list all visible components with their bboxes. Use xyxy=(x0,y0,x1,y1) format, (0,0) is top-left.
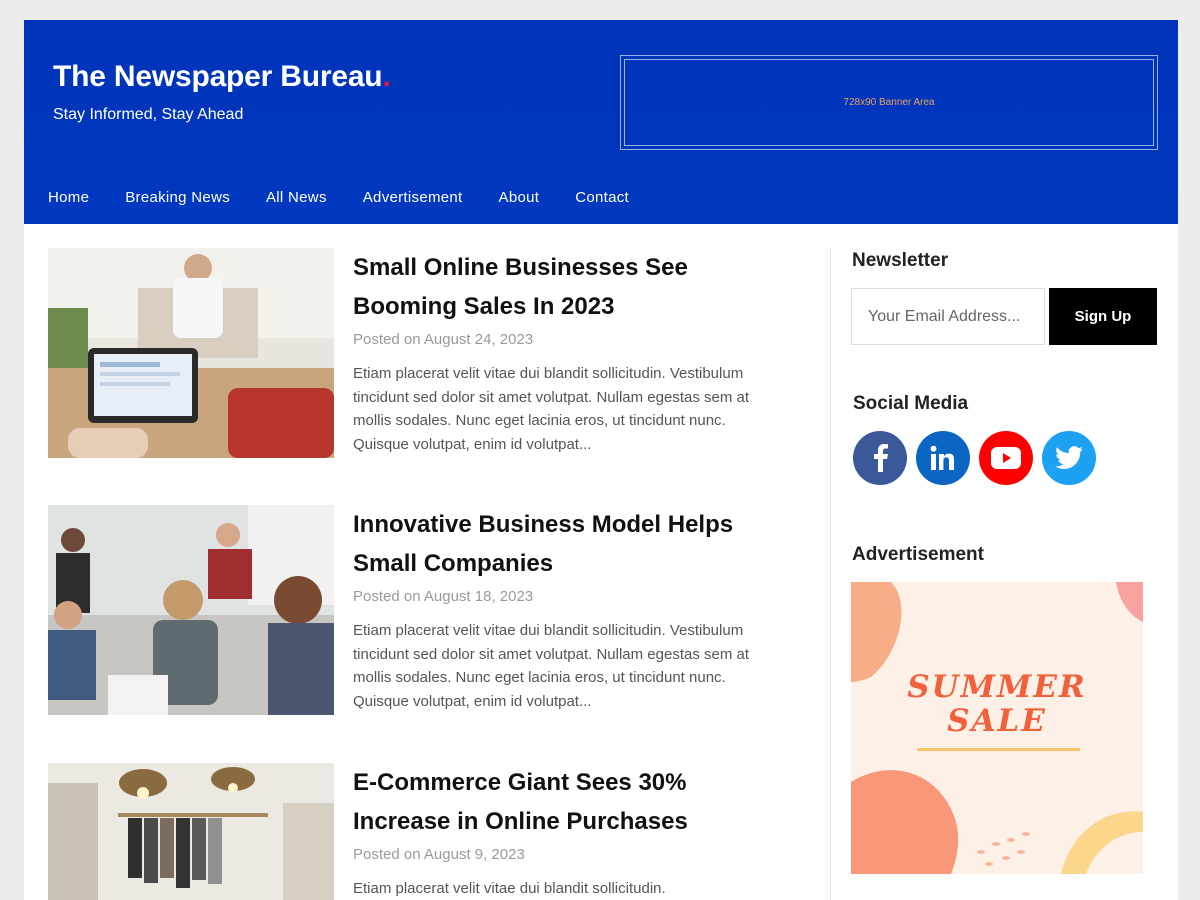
twitter-icon[interactable] xyxy=(1042,431,1096,485)
nav-item-advertisement[interactable]: Advertisement xyxy=(363,189,463,206)
article-excerpt: Etiam placerat velit vitae dui blandit s… xyxy=(353,880,666,897)
main-nav: Home Breaking News All News Advertisemen… xyxy=(24,170,1178,224)
site-tagline: Stay Informed, Stay Ahead xyxy=(53,106,244,123)
nav-item-contact[interactable]: Contact xyxy=(575,189,629,206)
site-header: The Newspaper Bureau. Stay Informed, Sta… xyxy=(24,20,1178,224)
site-title-dot: . xyxy=(382,60,391,93)
ad-text-line-2: SALE xyxy=(947,703,1047,739)
nav-item-about[interactable]: About xyxy=(499,189,540,206)
ad-text-line-1: SUMMER xyxy=(907,669,1087,705)
banner-ad-text: 728x90 Banner Area xyxy=(624,59,1154,146)
site-title-text[interactable]: The Newspaper Bureau xyxy=(53,60,383,93)
article-date: Posted on August 9, 2023 xyxy=(353,846,525,863)
article-thumbnail-clothing-store[interactable] xyxy=(48,763,334,900)
social-media-heading: Social Media xyxy=(853,393,969,414)
sidebar-divider xyxy=(830,248,831,900)
nav-item-all-news[interactable]: All News xyxy=(266,189,327,206)
newsletter-heading: Newsletter xyxy=(852,250,949,271)
newsletter-email-input[interactable] xyxy=(851,288,1045,345)
facebook-icon[interactable] xyxy=(853,431,907,485)
article-title[interactable]: E-Commerce Giant Sees 30% Increase in On… xyxy=(353,763,773,841)
banner-ad-area[interactable]: 728x90 Banner Area xyxy=(620,55,1158,150)
nav-item-home[interactable]: Home xyxy=(48,189,89,206)
article-excerpt: Etiam placerat velit vitae dui blandit s… xyxy=(353,365,750,453)
youtube-icon[interactable] xyxy=(979,431,1033,485)
article-thumbnail-meeting[interactable] xyxy=(48,505,334,715)
nav-item-breaking-news[interactable]: Breaking News xyxy=(125,189,230,206)
article-date: Posted on August 24, 2023 xyxy=(353,331,534,348)
article-date: Posted on August 18, 2023 xyxy=(353,588,534,605)
summer-sale-ad[interactable]: SUMMER SALE xyxy=(851,582,1143,874)
site-title[interactable]: The Newspaper Bureau. xyxy=(53,60,391,94)
linkedin-icon[interactable] xyxy=(916,431,970,485)
article-title[interactable]: Innovative Business Model Helps Small Co… xyxy=(353,505,773,583)
article-title[interactable]: Small Online Businesses See Booming Sale… xyxy=(353,248,773,326)
advertisement-heading: Advertisement xyxy=(852,544,984,565)
page: The Newspaper Bureau. Stay Informed, Sta… xyxy=(24,20,1178,900)
article-thumbnail-laptop-office[interactable] xyxy=(48,248,334,458)
newsletter-signup-button[interactable]: Sign Up xyxy=(1049,288,1157,345)
article-excerpt: Etiam placerat velit vitae dui blandit s… xyxy=(353,622,750,710)
